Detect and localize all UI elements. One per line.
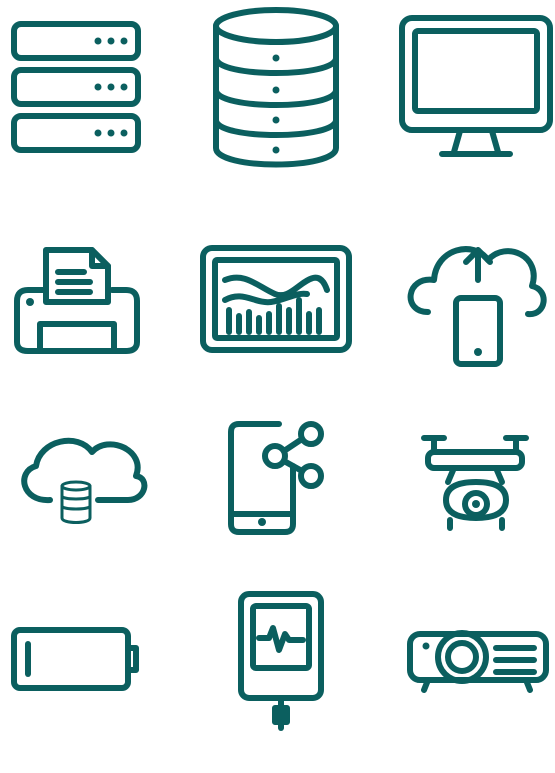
database-icon [185, 0, 370, 183]
projector-icon [370, 590, 555, 773]
mobile-share-icon [185, 410, 370, 593]
desktop-monitor-icon [370, 0, 555, 183]
drone-camera-icon [370, 410, 555, 593]
battery-low-icon [0, 590, 185, 773]
server-rack-icon [0, 0, 185, 183]
glucose-meter-icon [185, 590, 370, 773]
icon-grid [0, 0, 555, 734]
cloud-database-icon [0, 410, 185, 593]
cloud-upload-mobile-icon [370, 220, 555, 403]
analytics-tablet-icon [185, 220, 370, 403]
printer-icon [0, 220, 185, 403]
